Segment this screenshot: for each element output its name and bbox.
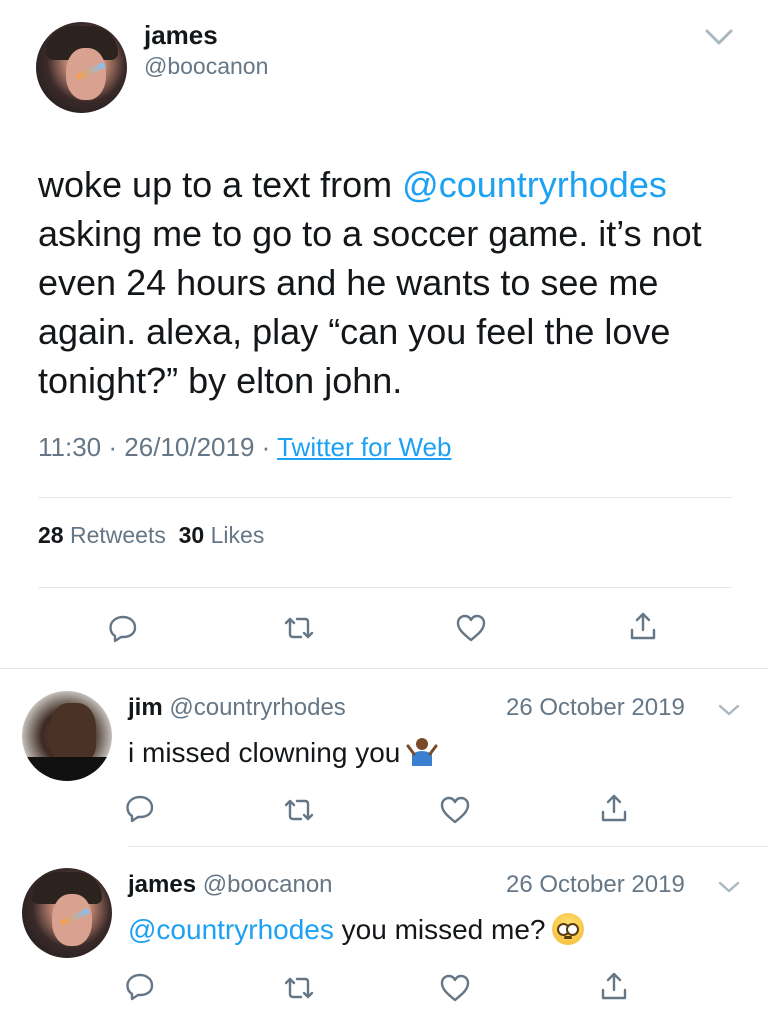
reply-display-name[interactable]: james [128,871,196,898]
divider [128,846,768,847]
divider [38,587,732,588]
reply-icon[interactable] [124,970,156,1002]
chevron-down-icon[interactable] [718,879,740,895]
divider [38,497,732,498]
reply-icon[interactable] [124,792,156,824]
author-display-name[interactable]: james [144,20,218,51]
reply-date: 26 October 2019 [506,694,685,721]
share-icon[interactable] [627,610,659,642]
likes-label[interactable]: Likes [211,522,265,548]
avatar-hand [50,703,96,763]
tweet-date: 26/10/2019 [124,432,255,462]
reply-text-content: i missed clowning you [128,737,401,768]
tweet-meta: 11:30 · 26/10/2019 · Twitter for Web [38,432,451,463]
divider [0,668,768,669]
meta-separator: · [108,432,118,462]
reply-header: jim @countryrhodes [128,694,346,722]
share-icon[interactable] [598,792,630,824]
tweet-text: woke up to a text from @countryrhodes as… [38,160,738,405]
avatar-shirt [22,757,112,781]
retweet-icon[interactable] [283,794,315,826]
retweet-icon[interactable] [283,972,315,1004]
tweet-text-start: woke up to a text from [38,164,403,205]
author-handle[interactable]: @boocanon [144,53,268,80]
tweet-text-end: asking me to go to a soccer game. it’s n… [38,213,702,401]
reply-icon[interactable] [107,612,139,644]
tweet-mention-link[interactable]: @countryrhodes [402,164,667,205]
chevron-down-icon[interactable] [718,702,740,718]
emoji-eye [565,923,579,936]
author-avatar[interactable] [36,22,127,113]
reply-text-content: you missed me? [333,914,546,945]
person-shrugging-emoji [406,736,438,766]
heart-icon[interactable] [439,972,471,1004]
reply-date: 26 October 2019 [506,871,685,898]
share-icon[interactable] [598,970,630,1002]
emoji-mouth [563,936,572,939]
reply-text: @countryrhodes you missed me? [128,913,584,946]
reply-avatar[interactable] [22,868,112,958]
reply-display-name[interactable]: jim [128,694,163,721]
tweet-source-link[interactable]: Twitter for Web [277,432,451,462]
retweets-count[interactable]: 28 [38,522,64,548]
reply-handle[interactable]: @countryrhodes [169,694,345,721]
pleading-face-emoji [551,913,584,945]
shrug-emoji-shape [406,738,438,766]
heart-icon[interactable] [439,794,471,826]
tweet-time: 11:30 [38,432,102,462]
reply-mention-link[interactable]: @countryrhodes [128,914,334,945]
meta-separator: · [261,432,271,462]
chevron-down-icon[interactable] [704,26,734,48]
retweet-icon[interactable] [283,612,315,644]
retweets-label[interactable]: Retweets [70,522,166,548]
reply-text: i missed clowning you [128,736,438,769]
reply-avatar[interactable] [22,691,112,781]
tweet-stats: 28 Retweets 30 Likes [38,522,264,549]
reply-header: james @boocanon [128,871,333,899]
reply-handle[interactable]: @boocanon [203,871,333,898]
heart-icon[interactable] [455,612,487,644]
likes-count[interactable]: 30 [179,522,205,548]
